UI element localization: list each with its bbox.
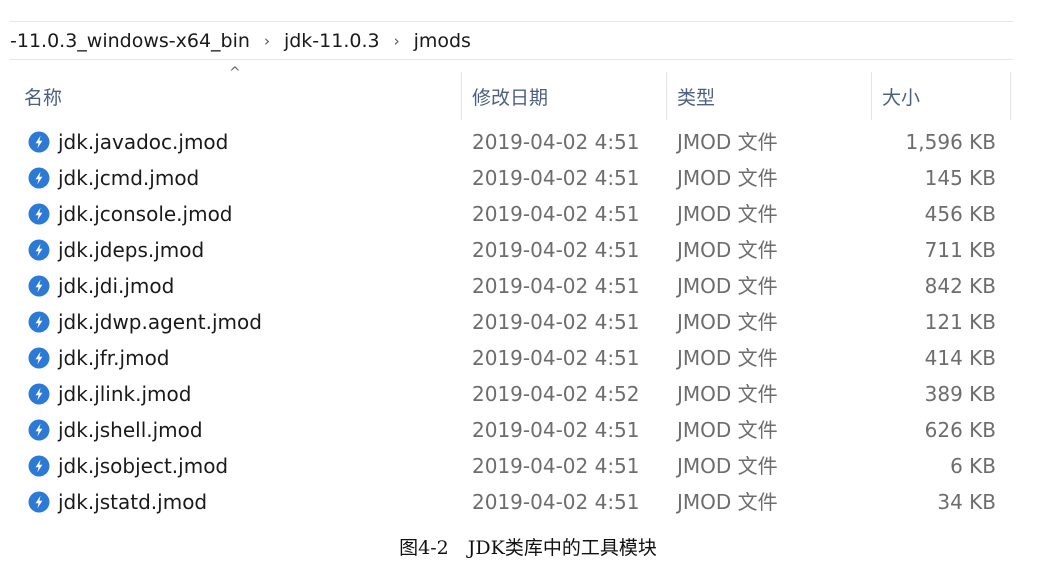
file-name: jdk.jdeps.jmod [58, 238, 205, 262]
file-name: jdk.jlink.jmod [58, 382, 192, 406]
column-header-name[interactable]: 名称 [24, 72, 460, 120]
address-bar[interactable]: -11.0.3_windows-x64_bin › jdk-11.0.3 › j… [10, 21, 1013, 60]
breadcrumb-item-jmods[interactable]: jmods [414, 30, 471, 52]
file-modified-date: 2019-04-02 4:51 [472, 346, 640, 370]
file-size: 121 KB [924, 310, 996, 334]
file-name: jdk.jdwp.agent.jmod [58, 310, 262, 334]
column-divider[interactable] [461, 72, 462, 120]
file-modified-date: 2019-04-02 4:51 [472, 310, 640, 334]
jmod-file-icon [28, 167, 50, 189]
column-divider[interactable] [1010, 72, 1011, 120]
jmod-file-icon [28, 491, 50, 513]
file-list: jdk.javadoc.jmod 2019-04-02 4:51 JMOD 文件 1,… [0, 124, 1056, 520]
file-size: 1,596 KB [905, 130, 996, 154]
file-modified-date: 2019-04-02 4:51 [472, 166, 640, 190]
file-name: jdk.jdi.jmod [58, 274, 175, 298]
file-size: 389 KB [924, 382, 996, 406]
file-row[interactable]: jdk.jfr.jmod 2019-04-02 4:51 JMOD 文件 414 KB [0, 340, 1056, 376]
jmod-file-icon [28, 203, 50, 225]
file-modified-date: 2019-04-02 4:51 [472, 274, 640, 298]
file-modified-date: 2019-04-02 4:52 [472, 382, 640, 406]
chevron-right-icon[interactable]: › [264, 32, 270, 50]
file-type: JMOD 文件 [677, 274, 778, 298]
file-row[interactable]: jdk.javadoc.jmod 2019-04-02 4:51 JMOD 文件 1,… [0, 124, 1056, 160]
file-modified-date: 2019-04-02 4:51 [472, 202, 640, 226]
column-divider[interactable] [666, 72, 667, 120]
file-type: JMOD 文件 [677, 166, 778, 190]
column-header-type[interactable]: 类型 [677, 72, 871, 120]
file-modified-date: 2019-04-02 4:51 [472, 454, 640, 478]
file-type: JMOD 文件 [677, 454, 778, 478]
file-size: 711 KB [924, 238, 996, 262]
file-type: JMOD 文件 [677, 130, 778, 154]
jmod-file-icon [28, 419, 50, 441]
file-size: 6 KB [950, 454, 996, 478]
column-divider[interactable] [871, 72, 872, 120]
file-row[interactable]: jdk.jsobject.jmod 2019-04-02 4:51 JMOD 文件 6… [0, 448, 1056, 484]
file-row[interactable]: jdk.jcmd.jmod 2019-04-02 4:51 JMOD 文件 145 K… [0, 160, 1056, 196]
file-name: jdk.jshell.jmod [58, 418, 203, 442]
column-header-modified[interactable]: 修改日期 [472, 72, 666, 120]
file-row[interactable]: jdk.jdwp.agent.jmod 2019-04-02 4:51 JMOD 文… [0, 304, 1056, 340]
file-row[interactable]: jdk.jdi.jmod 2019-04-02 4:51 JMOD 文件 842 KB [0, 268, 1056, 304]
jmod-file-icon [28, 347, 50, 369]
jmod-file-icon [28, 311, 50, 333]
chevron-right-icon[interactable]: › [394, 32, 400, 50]
breadcrumb-item-bin[interactable]: -11.0.3_windows-x64_bin [10, 30, 250, 52]
file-modified-date: 2019-04-02 4:51 [472, 130, 640, 154]
file-name: jdk.jconsole.jmod [58, 202, 233, 226]
file-name: jdk.jsobject.jmod [58, 454, 229, 478]
file-type: JMOD 文件 [677, 238, 778, 262]
file-row[interactable]: jdk.jlink.jmod 2019-04-02 4:52 JMOD 文件 389 … [0, 376, 1056, 412]
jmod-file-icon [28, 131, 50, 153]
file-size: 414 KB [924, 346, 996, 370]
file-name: jdk.jfr.jmod [58, 346, 170, 370]
jmod-file-icon [28, 455, 50, 477]
file-row[interactable]: jdk.jshell.jmod 2019-04-02 4:51 JMOD 文件 626… [0, 412, 1056, 448]
file-type: JMOD 文件 [677, 310, 778, 334]
file-type: JMOD 文件 [677, 490, 778, 514]
file-size: 626 KB [924, 418, 996, 442]
figure-caption: 图4-2 JDK类库中的工具模块 [399, 537, 657, 559]
file-row[interactable]: jdk.jconsole.jmod 2019-04-02 4:51 JMOD 文件 4… [0, 196, 1056, 232]
file-modified-date: 2019-04-02 4:51 [472, 418, 640, 442]
file-type: JMOD 文件 [677, 382, 778, 406]
file-size: 145 KB [924, 166, 996, 190]
file-type: JMOD 文件 [677, 346, 778, 370]
file-type: JMOD 文件 [677, 202, 778, 226]
file-row[interactable]: jdk.jdeps.jmod 2019-04-02 4:51 JMOD 文件 711 … [0, 232, 1056, 268]
file-name: jdk.jstatd.jmod [58, 490, 208, 514]
file-size: 34 KB [937, 490, 996, 514]
breadcrumb-item-jdk[interactable]: jdk-11.0.3 [284, 30, 380, 52]
column-header-size[interactable]: 大小 [882, 72, 1010, 120]
jmod-file-icon [28, 275, 50, 297]
file-modified-date: 2019-04-02 4:51 [472, 490, 640, 514]
file-type: JMOD 文件 [677, 418, 778, 442]
file-row[interactable]: jdk.jstatd.jmod 2019-04-02 4:51 JMOD 文件 34 … [0, 484, 1056, 520]
file-size: 456 KB [924, 202, 996, 226]
file-name: jdk.javadoc.jmod [58, 130, 229, 154]
file-name: jdk.jcmd.jmod [58, 166, 200, 190]
file-modified-date: 2019-04-02 4:51 [472, 238, 640, 262]
jmod-file-icon [28, 383, 50, 405]
jmod-file-icon [28, 239, 50, 261]
file-size: 842 KB [924, 274, 996, 298]
